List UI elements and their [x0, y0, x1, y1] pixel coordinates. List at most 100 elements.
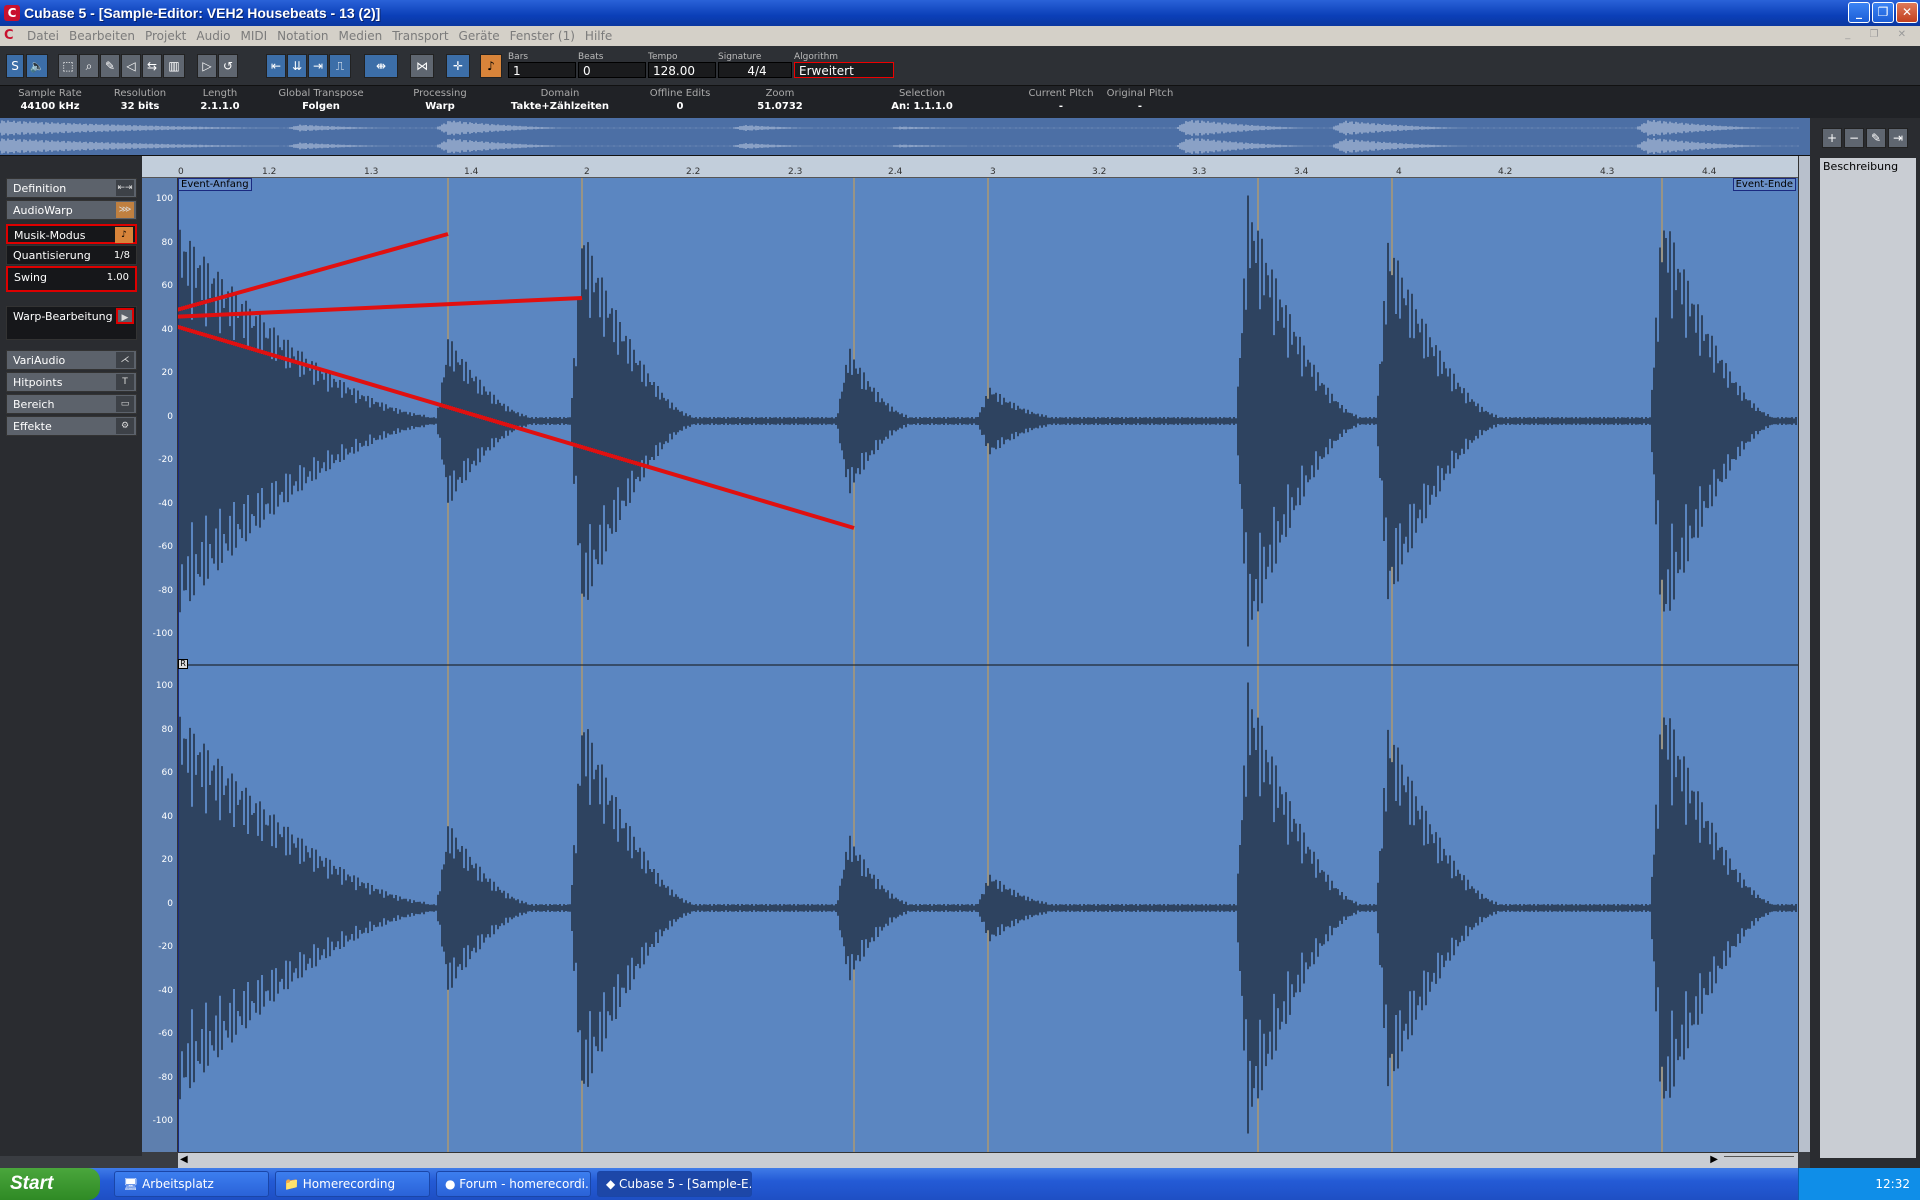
- info-value[interactable]: 0: [624, 100, 736, 114]
- task-label: Arbeitsplatz: [142, 1177, 214, 1191]
- close-button[interactable]: ✕: [1896, 2, 1918, 23]
- bereich-section[interactable]: Bereich ▭: [6, 394, 137, 414]
- musik-modus-toggle[interactable]: Musik-Modus ♪: [6, 224, 137, 244]
- warp-tool-icon[interactable]: ▶: [116, 308, 134, 324]
- info-value[interactable]: -: [1024, 100, 1098, 114]
- scroll-right-icon[interactable]: ▶: [1710, 1154, 1718, 1165]
- draw-pencil-tool-icon[interactable]: ✎: [100, 54, 120, 78]
- warp-start-icon[interactable]: ⇤: [266, 54, 286, 78]
- musical-mode-note-icon[interactable]: ♪: [480, 54, 502, 78]
- audiowarp-section[interactable]: AudioWarp ⋙: [6, 200, 137, 220]
- play-speaker-tool-icon[interactable]: ◁: [121, 54, 141, 78]
- info-value[interactable]: An: 1.1.1.0: [824, 100, 1020, 114]
- info-header: Selection: [898, 88, 946, 99]
- task-homerecording[interactable]: 📁 Homerecording: [275, 1171, 430, 1197]
- auto-scroll-icon[interactable]: ✛: [446, 54, 470, 78]
- info-value[interactable]: 32 bits: [100, 100, 180, 114]
- remove-icon[interactable]: −: [1844, 128, 1864, 148]
- info-value[interactable]: Warp: [384, 100, 496, 114]
- beats-field[interactable]: Beats 0: [578, 52, 646, 80]
- time-ruler[interactable]: 0 1.2 1.3 1.4 2 2.2 2.3 2.4 3 3.2 3.3 3.4 4 4.2 4.3 4.4: [142, 156, 1798, 178]
- quantisierung-value[interactable]: 1/8: [114, 246, 130, 266]
- scale-label: -60: [158, 542, 173, 552]
- algorithm-label: Algorithm: [794, 52, 839, 62]
- add-icon[interactable]: +: [1822, 128, 1842, 148]
- cubase-app-icon[interactable]: C: [4, 5, 20, 21]
- system-tray: 12:32: [1798, 1168, 1920, 1200]
- menu-medien[interactable]: Medien: [334, 29, 388, 43]
- variaudio-section[interactable]: VariAudio ⋌: [6, 350, 137, 370]
- menu-hilfe[interactable]: Hilfe: [580, 29, 617, 43]
- snap-split-icon[interactable]: ⋈: [410, 54, 434, 78]
- listen-speaker-icon[interactable]: 🔈: [26, 54, 48, 78]
- clock[interactable]: 12:32: [1875, 1177, 1910, 1191]
- task-arbeitsplatz[interactable]: 🖥 Arbeitsplatz: [114, 1171, 269, 1197]
- zoom-slider[interactable]: [1724, 1156, 1794, 1164]
- waveform-overview[interactable]: [0, 118, 1810, 156]
- swing-field[interactable]: Swing 1.00: [6, 266, 137, 292]
- menu-bearbeiten[interactable]: Bearbeiten: [64, 29, 140, 43]
- solo-button[interactable]: S: [6, 54, 24, 78]
- info-value[interactable]: Folgen: [262, 100, 380, 114]
- hitpoints-label: Hitpoints: [13, 376, 63, 389]
- bars-value[interactable]: 1: [508, 62, 576, 78]
- loop-icon[interactable]: ↺: [218, 54, 238, 78]
- scroll-left-icon[interactable]: ◀: [180, 1154, 188, 1165]
- info-header: Global Transpose: [278, 88, 364, 99]
- hitpoints-section[interactable]: Hitpoints T: [6, 372, 137, 392]
- menu-midi[interactable]: MIDI: [235, 29, 272, 43]
- quantisierung-field[interactable]: Quantisierung 1/8: [6, 245, 137, 265]
- warp-mode-icon[interactable]: ⇊: [287, 54, 307, 78]
- beats-value[interactable]: 0: [578, 62, 646, 78]
- zoom-tool-icon[interactable]: ⌕: [79, 54, 99, 78]
- menu-transport[interactable]: Transport: [387, 29, 453, 43]
- range-select-tool-icon[interactable]: ⬚: [58, 54, 78, 78]
- task-forum[interactable]: ● Forum - homerecordi...: [436, 1171, 591, 1197]
- scrub-tool-icon[interactable]: ⇆: [142, 54, 162, 78]
- mdi-window-controls[interactable]: _ ❐ ✕: [1845, 29, 1914, 40]
- menu-geraete[interactable]: Geräte: [454, 29, 505, 43]
- r-marker[interactable]: R: [178, 659, 188, 669]
- menu-fenster[interactable]: Fenster (1): [505, 29, 580, 43]
- maximize-button[interactable]: ❐: [1872, 2, 1894, 23]
- info-value[interactable]: Takte+Zählzeiten: [500, 100, 620, 114]
- grid-tool-icon[interactable]: ▥: [163, 54, 185, 78]
- signature-field[interactable]: Signature 4/4: [718, 52, 792, 80]
- menu-projekt[interactable]: Projekt: [140, 29, 191, 43]
- effekte-section[interactable]: Effekte ⚙: [6, 416, 137, 436]
- info-value[interactable]: -: [1102, 100, 1178, 114]
- description-list[interactable]: Beschreibung: [1820, 158, 1916, 1158]
- definition-section[interactable]: Definition ⇤⇥: [6, 178, 137, 198]
- signature-value[interactable]: 4/4: [718, 62, 792, 78]
- algorithm-select[interactable]: Erweitert: [794, 62, 894, 78]
- info-value[interactable]: 2.1.1.0: [184, 100, 256, 114]
- start-button[interactable]: Start: [0, 1168, 100, 1200]
- snap-zero-icon[interactable]: ⇼: [364, 54, 398, 78]
- menu-datei[interactable]: Datei: [22, 29, 64, 43]
- scale-label: 80: [161, 237, 173, 248]
- warp-end-icon[interactable]: ⎍: [329, 54, 351, 78]
- info-value[interactable]: 44100 kHz: [4, 100, 96, 114]
- info-header: Offline Edits: [649, 88, 711, 99]
- minimize-button[interactable]: _: [1848, 2, 1870, 23]
- menu-audio[interactable]: Audio: [191, 29, 235, 43]
- task-cubase[interactable]: ◆ Cubase 5 - [Sample-E...: [597, 1171, 752, 1197]
- warp-skip-icon[interactable]: ⇥: [308, 54, 328, 78]
- play-icon[interactable]: ▷: [197, 54, 217, 78]
- waveform-display[interactable]: Event-Anfang Event-Ende R: [147, 178, 1798, 1152]
- event-end-marker[interactable]: Event-Ende: [1732, 178, 1796, 191]
- scale-label: -100: [152, 1116, 173, 1126]
- algorithm-field[interactable]: Algorithm Erweitert: [794, 52, 894, 80]
- event-start-marker[interactable]: Event-Anfang: [178, 178, 252, 191]
- vertical-scrollbar[interactable]: [1798, 156, 1810, 1152]
- tempo-field[interactable]: Tempo 128.00: [648, 52, 716, 80]
- horizontal-scrollbar[interactable]: ◀ ▶: [178, 1152, 1798, 1168]
- info-value[interactable]: 51.0732: [740, 100, 820, 114]
- bars-field[interactable]: Bars 1: [508, 52, 576, 80]
- edit-icon[interactable]: ✎: [1866, 128, 1886, 148]
- tempo-value[interactable]: 128.00: [648, 62, 716, 78]
- menu-notation[interactable]: Notation: [272, 29, 333, 43]
- swing-value[interactable]: 1.00: [107, 268, 129, 288]
- export-icon[interactable]: ⇥: [1888, 128, 1908, 148]
- scale-label: -100: [152, 629, 173, 639]
